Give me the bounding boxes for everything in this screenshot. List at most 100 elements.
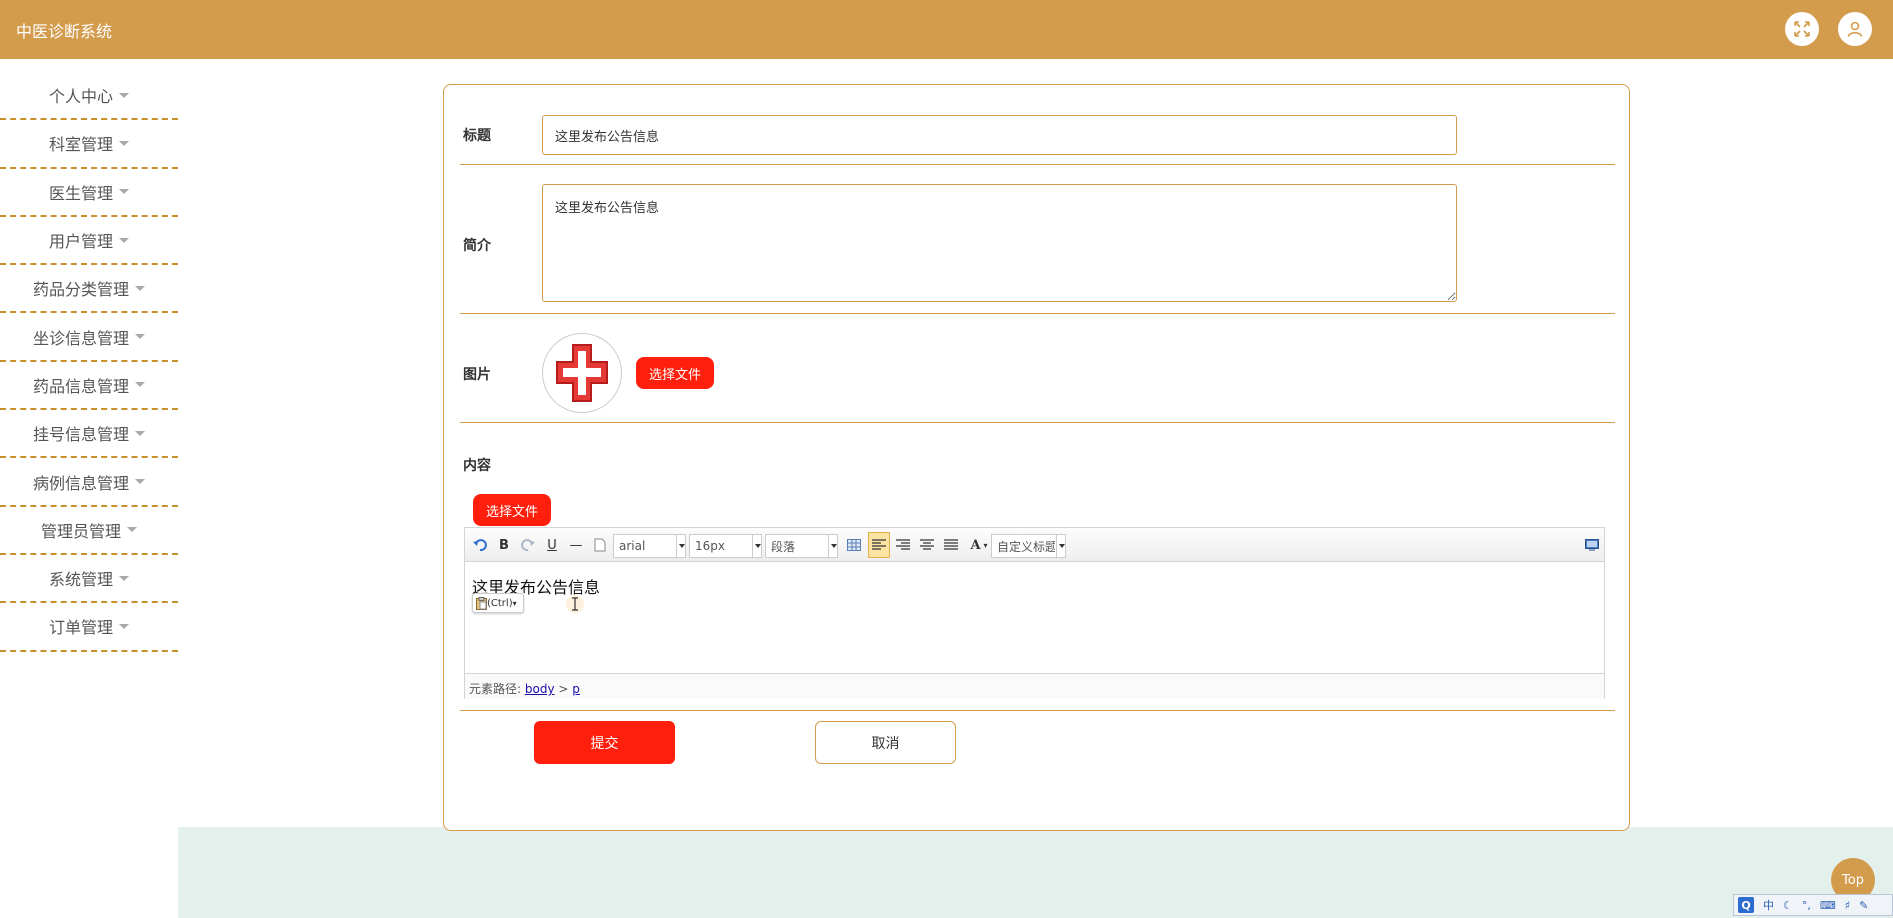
picture-label: 图片 [463, 367, 491, 383]
sidebar-item-label: 医生管理 [48, 183, 113, 203]
rich-text-editor: B U — arial 16px 段落 A ▾ 自定义标题 这里发布公告信息 (… [464, 527, 1605, 699]
ime-logo-icon[interactable]: Q [1738, 897, 1754, 913]
sidebar-item-drug-info[interactable]: 药品信息管理 [0, 362, 178, 411]
horizontal-rule-icon: — [569, 537, 583, 553]
sidebar-menu: 个人中心 科室管理 医生管理 用户管理 药品分类管理 坐诊信息管理 药品信息管理… [0, 72, 178, 652]
sidebar-item-label: 药品分类管理 [32, 280, 129, 300]
cancel-button[interactable]: 取消 [815, 721, 956, 764]
wrench-icon[interactable]: ✎ [1859, 899, 1868, 912]
paragraph-select[interactable]: 段落 [765, 534, 838, 558]
align-center-button[interactable] [917, 534, 937, 556]
table-icon [847, 539, 861, 551]
font-size-select[interactable]: 16px [689, 534, 762, 558]
horizontal-rule-button[interactable]: — [567, 534, 585, 556]
element-path-label: 元素路径: [469, 682, 522, 696]
moon-icon[interactable]: ☾ [1783, 899, 1793, 912]
clipboard-icon [476, 596, 487, 610]
editor-content-area[interactable]: 这里发布公告信息 (Ctrl) ▾ [465, 563, 1604, 673]
divider [460, 313, 1615, 314]
caret-down-icon [135, 334, 145, 340]
fullscreen-icon [1794, 21, 1810, 37]
sidebar-item-system[interactable]: 系统管理 [0, 555, 178, 604]
custom-title-select[interactable]: 自定义标题 [991, 534, 1066, 558]
caret-down-icon [135, 382, 145, 388]
intro-label: 简介 [463, 238, 491, 254]
fullscreen-button[interactable] [1785, 12, 1819, 46]
sidebar-item-case[interactable]: 病例信息管理 [0, 458, 178, 507]
sidebar-item-label: 管理员管理 [40, 521, 121, 541]
sidebar-item-label: 个人中心 [48, 87, 113, 107]
dropdown-arrow-icon [828, 535, 837, 557]
undo-icon [473, 539, 487, 552]
sidebar-item-label: 病例信息管理 [32, 473, 129, 493]
align-justify-icon [944, 539, 958, 550]
divider [460, 164, 1615, 165]
sidebar-item-user[interactable]: 用户管理 [0, 217, 178, 266]
align-center-icon [920, 539, 934, 550]
html-source-button[interactable] [1583, 534, 1601, 556]
dropdown-arrow-icon: ▾ [512, 598, 517, 608]
font-color-button[interactable]: A ▾ [965, 534, 993, 556]
align-justify-button[interactable] [941, 534, 961, 556]
paragraph-value: 段落 [771, 539, 796, 554]
caret-down-icon [119, 140, 129, 146]
redo-button[interactable] [519, 534, 537, 556]
element-path-p-link[interactable]: p [572, 682, 580, 696]
monitor-icon [1585, 539, 1599, 551]
sidebar-item-admin[interactable]: 管理员管理 [0, 507, 178, 555]
font-family-select[interactable]: arial [613, 534, 686, 558]
user-icon [1847, 21, 1863, 37]
align-left-button[interactable] [868, 532, 890, 558]
simplified-icon[interactable]: ♯ [1845, 899, 1850, 912]
sidebar-item-clinic-schedule[interactable]: 坐诊信息管理 [0, 313, 178, 362]
sidebar-item-order[interactable]: 订单管理 [0, 603, 178, 652]
redo-icon [521, 539, 535, 552]
user-avatar-button[interactable] [1838, 12, 1872, 46]
align-left-icon [872, 539, 886, 550]
caret-down-icon [119, 189, 129, 195]
choose-content-file-button[interactable]: 选择文件 [473, 494, 551, 526]
ime-tray: Q 中 ☾ °, ⌨ ♯ ✎ [1733, 894, 1893, 916]
element-path-body-link[interactable]: body [525, 682, 555, 696]
element-path-bar: 元素路径: body > p [465, 673, 1604, 699]
paste-options-button[interactable]: (Ctrl) ▾ [472, 593, 524, 613]
bold-button[interactable]: B [495, 534, 513, 556]
element-path-separator: > [558, 682, 569, 696]
picture-preview[interactable] [542, 333, 622, 413]
align-right-button[interactable] [893, 534, 913, 556]
notice-form: 标题 简介 这里发布公告信息 图片 选择文件 内容 选择文件 B U — a [443, 84, 1630, 831]
sidebar-item-label: 药品信息管理 [32, 376, 129, 396]
intro-textarea[interactable]: 这里发布公告信息 [542, 184, 1457, 302]
sidebar-item-personal-center[interactable]: 个人中心 [0, 72, 178, 121]
text-cursor-icon [566, 595, 584, 613]
sidebar-item-doctor[interactable]: 医生管理 [0, 169, 178, 217]
submit-button[interactable]: 提交 [534, 721, 675, 764]
caret-down-icon [119, 623, 129, 629]
caret-down-icon [135, 430, 145, 436]
undo-button[interactable] [471, 534, 489, 556]
dropdown-arrow-icon: ▾ [983, 540, 988, 550]
sidebar-item-drug-category[interactable]: 药品分类管理 [0, 265, 178, 314]
caret-down-icon [127, 527, 137, 533]
font-family-value: arial [619, 539, 646, 553]
document-icon [594, 538, 606, 552]
new-document-button[interactable] [591, 534, 609, 556]
editor-toolbar: B U — arial 16px 段落 A ▾ 自定义标题 [465, 528, 1604, 562]
choose-picture-file-button[interactable]: 选择文件 [636, 357, 714, 389]
red-cross-image-icon [556, 344, 608, 402]
divider [460, 710, 1615, 711]
caret-down-icon [135, 285, 145, 291]
punctuation-icon[interactable]: °, [1802, 899, 1811, 912]
content-label: 内容 [463, 458, 491, 474]
dropdown-arrow-icon [676, 535, 685, 557]
sidebar-item-registration[interactable]: 挂号信息管理 [0, 410, 178, 459]
ime-mode-indicator[interactable]: 中 [1763, 897, 1774, 913]
underline-button[interactable]: U [543, 534, 561, 556]
underline-icon: U [547, 537, 557, 553]
caret-down-icon [119, 575, 129, 581]
sidebar-item-label: 系统管理 [48, 570, 113, 590]
insert-table-button[interactable] [845, 534, 863, 556]
sidebar-item-department[interactable]: 科室管理 [0, 120, 178, 169]
title-input[interactable] [542, 115, 1457, 155]
keyboard-icon[interactable]: ⌨ [1820, 899, 1836, 912]
